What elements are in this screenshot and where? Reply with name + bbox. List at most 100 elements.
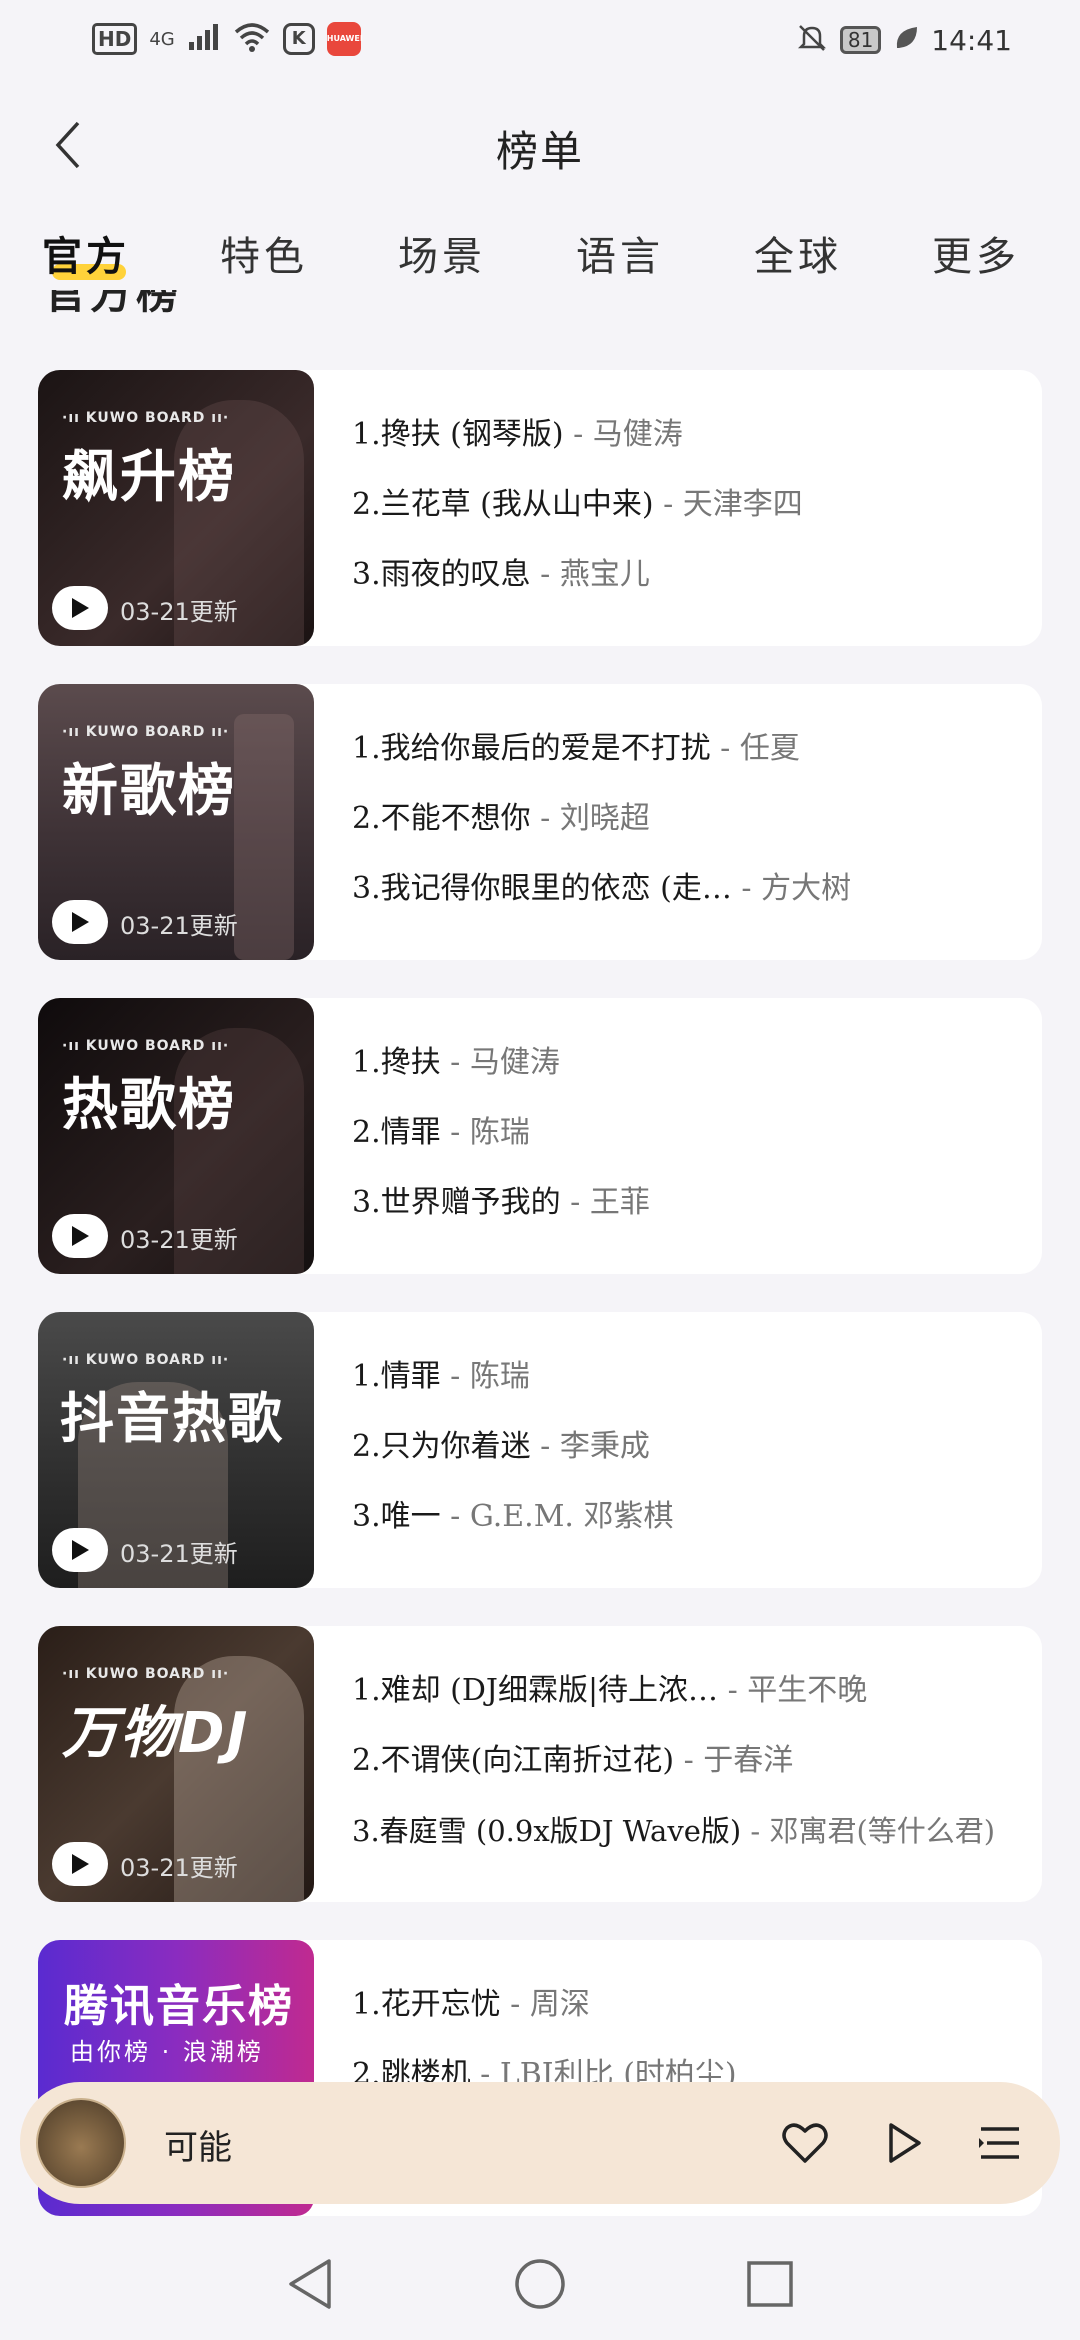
cover-brand: ·ıı KUWO BOARD ıı·: [62, 1666, 230, 1682]
chart-cover[interactable]: ·ıı KUWO BOARD ıı· 热歌榜 03-21更新: [38, 998, 314, 1274]
cover-brand: ·ıı KUWO BOARD ıı·: [62, 1038, 230, 1054]
like-button[interactable]: [770, 2108, 840, 2178]
chart-cover[interactable]: ·ıı KUWO BOARD ıı· 万物DJ 03-21更新: [38, 1626, 314, 1902]
track-item[interactable]: 3.唯一 - G.E.M. 邓紫棋: [352, 1494, 1022, 1564]
track-item[interactable]: 1.花开忘忧 - 周深: [352, 1982, 1022, 2052]
playlist-icon: [979, 2127, 1019, 2159]
track-item[interactable]: 2.不能不想你 - 刘晓超: [352, 796, 1022, 866]
cover-title: 万物DJ: [62, 1701, 250, 1766]
now-playing-title[interactable]: 可能: [164, 2120, 232, 2169]
track-list: 1.难却 (DJ细霖版|待上浓… - 平生不晚 2.不谓侠(向江南折过花) - …: [352, 1668, 1022, 1878]
play-button[interactable]: [52, 1214, 108, 1258]
play-icon: [72, 1854, 89, 1874]
tab-global[interactable]: 全球: [752, 220, 844, 286]
track-item[interactable]: 2.情罪 - 陈瑞: [352, 1110, 1022, 1180]
tab-language[interactable]: 语言: [574, 220, 666, 286]
play-button[interactable]: [52, 1842, 108, 1886]
square-recents-icon: [747, 2261, 793, 2307]
play-icon: [72, 598, 89, 618]
track-item[interactable]: 1.我给你最后的爱是不打扰 - 任夏: [352, 726, 1022, 796]
tab-more[interactable]: 更多: [930, 220, 1022, 286]
cover-title: 抖音热歌: [60, 1387, 284, 1450]
nav-back-button[interactable]: [280, 2254, 340, 2314]
clock: 14:41: [931, 23, 1012, 57]
play-button[interactable]: [52, 586, 108, 630]
tab-label: 官方: [42, 233, 130, 280]
play-icon: [72, 1540, 89, 1560]
track-item[interactable]: 3.雨夜的叹息 - 燕宝儿: [352, 552, 1022, 622]
heart-icon: [782, 2123, 828, 2163]
play-pause-button[interactable]: [870, 2108, 940, 2178]
tab-label: 更多: [932, 234, 1020, 280]
mini-player[interactable]: 可能: [20, 2082, 1060, 2204]
status-bar: HD 4G K HUAWEI 81 14:41: [0, 0, 1080, 86]
huawei-app-icon: HUAWEI: [326, 22, 363, 56]
header: 榜单: [0, 100, 1080, 190]
cover-title: 新歌榜: [62, 759, 236, 824]
signal-icon: [187, 22, 221, 56]
chart-card-new-songs[interactable]: ·ıı KUWO BOARD ıı· 新歌榜 03-21更新 1.我给你最后的爱…: [38, 684, 1042, 960]
cover-brand: ·ıı KUWO BOARD ıı·: [62, 410, 230, 426]
chart-list[interactable]: ·ıı KUWO BOARD ıı· 飙升榜 03-21更新 1.搀扶 (钢琴版…: [38, 370, 1042, 2254]
tab-label: 场景: [398, 234, 486, 280]
track-item[interactable]: 1.情罪 - 陈瑞: [352, 1354, 1022, 1424]
track-item[interactable]: 2.不谓侠(向江南折过花) - 于春洋: [352, 1738, 1022, 1808]
chart-card-soaring[interactable]: ·ıı KUWO BOARD ıı· 飙升榜 03-21更新 1.搀扶 (钢琴版…: [38, 370, 1042, 646]
cover-subtitle: 由你榜 · 浪潮榜: [70, 2038, 264, 2066]
tab-scene[interactable]: 场景: [396, 220, 488, 286]
track-item[interactable]: 2.兰花草 (我从山中来) - 天津李四: [352, 482, 1022, 552]
tab-bar: 官方 特色 场景 语言 全球 更多: [0, 220, 1080, 290]
chart-card-douyin[interactable]: ·ıı KUWO BOARD ıı· 抖音热歌 03-21更新 1.情罪 - 陈…: [38, 1312, 1042, 1588]
track-item[interactable]: 1.难却 (DJ细霖版|待上浓… - 平生不晚: [352, 1668, 1022, 1738]
cover-title: 飙升榜: [62, 445, 236, 510]
tab-featured[interactable]: 特色: [218, 220, 310, 286]
cover-brand: ·ıı KUWO BOARD ıı·: [62, 724, 230, 740]
cover-title: 热歌榜: [62, 1073, 236, 1138]
play-icon: [889, 2123, 921, 2163]
playlist-button[interactable]: [965, 2108, 1035, 2178]
cover-figure: [234, 714, 294, 960]
update-date: 03-21更新: [120, 1226, 238, 1254]
track-list: 1.情罪 - 陈瑞 2.只为你着迷 - 李秉成 3.唯一 - G.E.M. 邓紫…: [352, 1354, 1022, 1564]
tab-label: 特色: [220, 234, 308, 280]
play-button[interactable]: [52, 900, 108, 944]
triangle-back-icon: [289, 2259, 331, 2309]
chart-card-dj[interactable]: ·ıı KUWO BOARD ıı· 万物DJ 03-21更新 1.难却 (DJ…: [38, 1626, 1042, 1902]
chart-cover[interactable]: ·ıı KUWO BOARD ıı· 抖音热歌 03-21更新: [38, 1312, 314, 1588]
app-notification-icon: K: [282, 23, 315, 55]
track-item[interactable]: 3.春庭雪 (0.9x版DJ Wave版) - 邓寓君(等什么君): [352, 1808, 1022, 1878]
track-item[interactable]: 3.世界赠予我的 - 王菲: [352, 1180, 1022, 1250]
play-icon: [72, 912, 89, 932]
nav-recents-button[interactable]: [740, 2254, 800, 2314]
update-date: 03-21更新: [120, 1854, 238, 1882]
network-type: 4G: [149, 28, 175, 50]
play-button[interactable]: [52, 1528, 108, 1572]
nav-home-button[interactable]: [510, 2254, 570, 2314]
chart-cover[interactable]: ·ıı KUWO BOARD ıı· 新歌榜 03-21更新: [38, 684, 314, 960]
cover-brand: ·ıı KUWO BOARD ıı·: [62, 1352, 230, 1368]
chart-cover[interactable]: ·ıı KUWO BOARD ıı· 飙升榜 03-21更新: [38, 370, 314, 646]
leaf-icon: [893, 24, 919, 56]
track-item[interactable]: 1.搀扶 (钢琴版) - 马健涛: [352, 412, 1022, 482]
track-item[interactable]: 3.我记得你眼里的依恋 (走… - 方大树: [352, 866, 1022, 936]
tab-label: 全球: [754, 234, 842, 280]
system-nav-bar: [0, 2230, 1080, 2340]
circle-home-icon: [515, 2259, 565, 2309]
update-date: 03-21更新: [120, 1540, 238, 1568]
track-item[interactable]: 1.搀扶 - 马健涛: [352, 1040, 1022, 1110]
play-icon: [72, 1226, 89, 1246]
chart-card-hot-songs[interactable]: ·ıı KUWO BOARD ıı· 热歌榜 03-21更新 1.搀扶 - 马健…: [38, 998, 1042, 1274]
track-list: 1.搀扶 (钢琴版) - 马健涛 2.兰花草 (我从山中来) - 天津李四 3.…: [352, 412, 1022, 622]
battery-icon: 81: [839, 26, 882, 54]
section-title: 官方榜: [44, 290, 183, 318]
mute-bell-icon: [796, 22, 828, 58]
track-list: 1.我给你最后的爱是不打扰 - 任夏 2.不能不想你 - 刘晓超 3.我记得你眼…: [352, 726, 1022, 936]
tab-official[interactable]: 官方: [40, 220, 132, 286]
update-date: 03-21更新: [120, 598, 238, 626]
cover-title: 腾讯音乐榜: [64, 1981, 294, 2032]
update-date: 03-21更新: [120, 912, 238, 940]
tab-label: 语言: [576, 234, 664, 280]
track-list: 1.搀扶 - 马健涛 2.情罪 - 陈瑞 3.世界赠予我的 - 王菲: [352, 1040, 1022, 1250]
track-item[interactable]: 2.只为你着迷 - 李秉成: [352, 1424, 1022, 1494]
now-playing-cover[interactable]: [36, 2098, 126, 2188]
